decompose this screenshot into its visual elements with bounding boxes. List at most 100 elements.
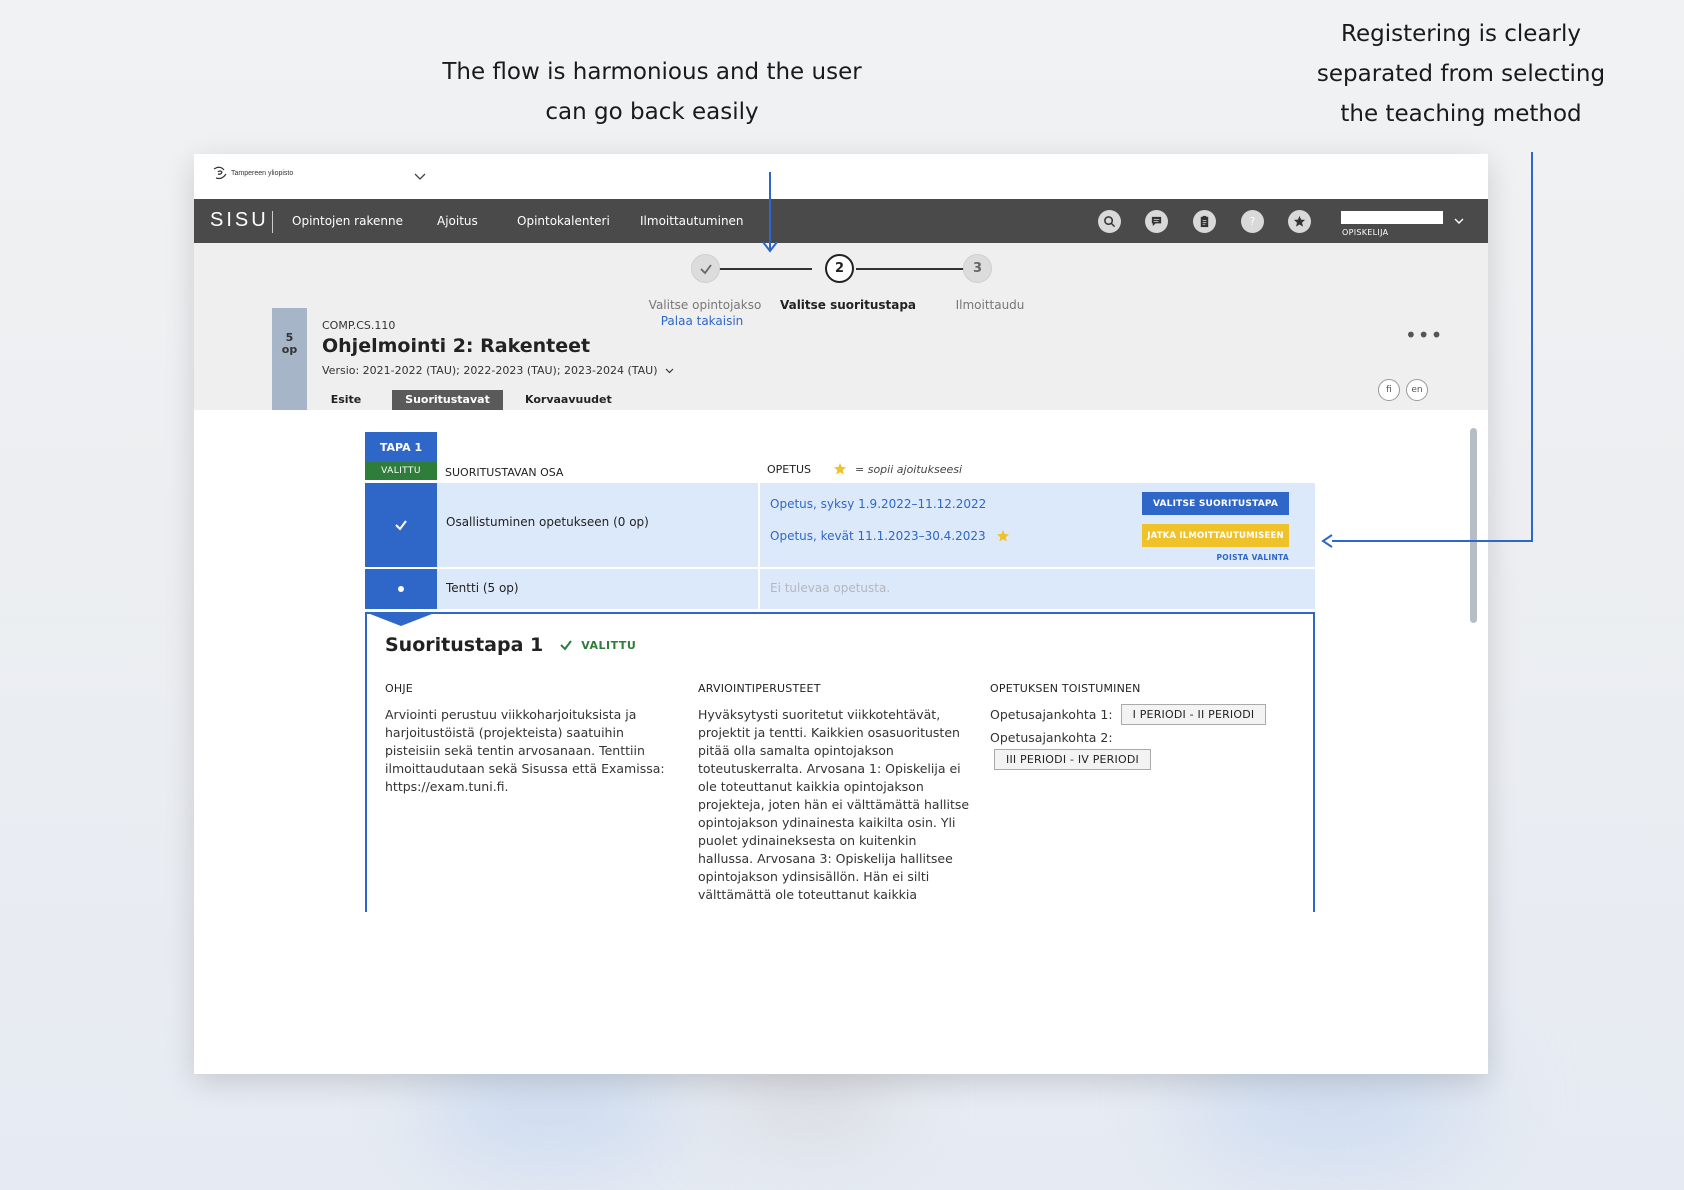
chevron-down-icon[interactable] (412, 168, 428, 184)
user-role: OPISKELIJA (1342, 228, 1389, 237)
teaching-label: Opetus, kevät 11.1.2023–30.4.2023 (770, 529, 986, 543)
nav-item-structure[interactable]: Opintojen rakenne (292, 214, 403, 228)
continue-registration-button[interactable]: JATKA ILMOITTAUTUMISEEN (1142, 524, 1289, 547)
arrow-down-icon (762, 241, 778, 253)
panel-title-text: Suoritustapa 1 (385, 634, 544, 656)
remove-selection-link[interactable]: POISTA VALINTA (1195, 553, 1289, 562)
star-icon[interactable] (1288, 210, 1311, 233)
period-row-1: Opetusajankohta 1: I PERIODI - II PERIOD… (990, 704, 1267, 725)
chevron-down-icon (665, 368, 673, 374)
part-name: Tentti (5 op) (446, 581, 519, 595)
language-fi[interactable]: fi (1378, 379, 1400, 401)
text-line: https://exam.tuni.fi. (385, 779, 509, 794)
tab-equivalences[interactable]: Korvaavuudet (525, 390, 612, 410)
select-method-button[interactable]: VALITSE SUORITUSTAPA (1142, 492, 1289, 515)
annotation-register: Registering is clearly separated from se… (1296, 14, 1626, 134)
annotation-line: can go back easily (545, 99, 759, 125)
message-icon[interactable] (1145, 210, 1168, 233)
text-line: opintojakson ydinsisällön. Hän ei silti (698, 869, 930, 884)
stepper-line (856, 268, 966, 270)
credits-badge: 5 op (272, 308, 307, 410)
star-icon (996, 530, 1009, 542)
credits-unit: op (281, 343, 298, 356)
text-line: toteutuskerralta. Arvosana 1: Opiskelija… (698, 761, 961, 776)
text-line: Arviointi perustuu viikkoharjoituksista … (385, 707, 637, 722)
part-name: Osallistuminen opetukseen (0 op) (446, 515, 649, 529)
section-heading-instructions: OHJE (385, 682, 413, 695)
sisu-logo[interactable]: SISU (210, 209, 269, 232)
method-detail-panel: Suoritustapa 1 VALITTU OHJE Arviointi pe… (365, 612, 1315, 912)
period-chip: III PERIODI - IV PERIODI (994, 749, 1151, 770)
help-icon[interactable]: ? (1241, 210, 1264, 233)
stepper-line (704, 268, 812, 270)
step-3-future: 3 (963, 254, 992, 283)
annotation-flow: The flow is harmonious and the user can … (430, 52, 874, 132)
column-header-teaching: OPETUS = sopii ajoitukseesi (767, 462, 962, 476)
text-line: välttämättä ole toteuttanut kaikkia (698, 887, 918, 902)
university-bar: Tampereen yliopisto (194, 154, 1488, 199)
nav-item-registration[interactable]: Ilmoittautuminen (640, 214, 744, 228)
university-name: Tampereen yliopisto (231, 169, 294, 177)
arrow-left-icon (1321, 534, 1333, 548)
period-chip: I PERIODI - II PERIODI (1120, 704, 1267, 725)
callout-line (1332, 540, 1532, 542)
app-window: Tampereen yliopisto SISU Opintojen raken… (194, 154, 1488, 1074)
panel-title: Suoritustapa 1 VALITTU (385, 634, 636, 656)
column-header-part: SUORITUSTAVAN OSA (445, 466, 564, 479)
section-heading-repetition: OPETUKSEN TOISTUMINEN (990, 682, 1141, 695)
course-header: 2 3 Valitse opintojakso Palaa takaisin V… (194, 243, 1488, 417)
row-marker (365, 569, 437, 609)
row-divider (758, 483, 760, 567)
nav-item-timing[interactable]: Ajoitus (437, 214, 478, 228)
text-line: projekteja, joten hän ei välttämättä hal… (698, 797, 970, 812)
nav-item-calendar[interactable]: Opintokalenteri (517, 214, 610, 228)
svg-text:?: ? (1250, 217, 1255, 228)
text-line: Hyväksytysti suoritetut viikkotehtävät, (698, 707, 941, 722)
text-line: puolet ydinaineksesta on kuitenkin (698, 833, 917, 848)
user-name-box[interactable] (1341, 211, 1443, 224)
language-en[interactable]: en (1406, 379, 1428, 401)
table-row: Tentti (5 op) Ei tulevaa opetusta. (365, 569, 1315, 609)
course-code: COMP.CS.110 (322, 319, 396, 332)
top-navbar: SISU Opintojen rakenne Ajoitus Opintokal… (194, 199, 1488, 243)
main-content: TAPA 1 VALITTU SUORITUSTAVAN OSA OPETUS … (194, 410, 1488, 1074)
version-selector[interactable]: Versio: 2021-2022 (TAU); 2022-2023 (TAU)… (322, 364, 675, 377)
university-logo[interactable]: Tampereen yliopisto (212, 166, 293, 180)
annotation-line: the teaching method (1340, 101, 1582, 127)
method-tab-1[interactable]: TAPA 1 (365, 432, 437, 462)
step-2-active: 2 (825, 254, 854, 283)
bullet-icon (398, 586, 404, 592)
chevron-down-icon[interactable] (1452, 214, 1466, 228)
legend-text: = sopii ajoitukseesi (855, 462, 963, 476)
panel-notch (365, 612, 437, 626)
check-icon (395, 520, 407, 531)
callout-line (1531, 152, 1533, 542)
step-1-label: Valitse opintojakso (648, 298, 762, 312)
text-line: opintojakson ydinainesta kaikilta osin. … (698, 815, 956, 830)
star-icon (834, 463, 846, 475)
selected-badge-text: VALITTU (581, 638, 637, 652)
more-options-button[interactable]: ••• (1405, 323, 1443, 347)
step-1-done[interactable] (691, 254, 720, 283)
text-line: harjoitustöistä (projekteista) saatuihin (385, 725, 624, 740)
nav-divider (272, 211, 273, 233)
tab-brochure[interactable]: Esite (326, 390, 366, 410)
instructions-text: Arviointi perustuu viikkoharjoituksista … (385, 706, 675, 796)
search-icon[interactable] (1098, 210, 1121, 233)
page-title: Ohjelmointi 2: Rakenteet (322, 335, 591, 357)
row-selected-marker[interactable] (365, 483, 437, 567)
step-2-label: Valitse suoritustapa (779, 298, 917, 312)
text-line: pisteisiin sekä tentin arvosanaan. Tentt… (385, 743, 645, 758)
version-text: Versio: 2021-2022 (TAU); 2022-2023 (TAU)… (322, 364, 658, 377)
table-row: Osallistuminen opetukseen (0 op) Opetus,… (365, 483, 1315, 567)
back-link[interactable]: Palaa takaisin (642, 314, 762, 328)
tab-completion-methods[interactable]: Suoritustavat (392, 390, 503, 410)
text-line: hallussa. Arvosana 3: Opiskelija hallits… (698, 851, 953, 866)
scrollbar[interactable] (1470, 428, 1477, 623)
teaching-link[interactable]: Opetus, syksy 1.9.2022–11.12.2022 (770, 497, 986, 511)
row-divider (758, 569, 760, 609)
criteria-text: Hyväksytysti suoritetut viikkotehtävät, … (698, 706, 988, 904)
teaching-link[interactable]: Opetus, kevät 11.1.2023–30.4.2023 (770, 529, 1010, 543)
clipboard-icon[interactable] (1193, 210, 1216, 233)
annotation-line: The flow is harmonious and the user (442, 59, 862, 85)
